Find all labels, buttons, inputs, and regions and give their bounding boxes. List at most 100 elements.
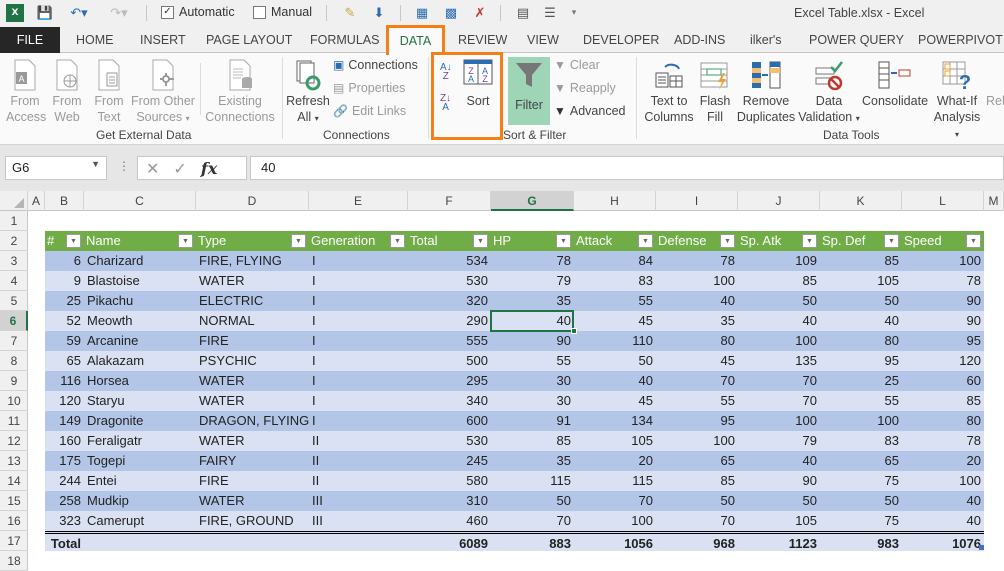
column-header-A[interactable]: A bbox=[28, 191, 45, 211]
cell[interactable]: 258 bbox=[45, 491, 84, 511]
cell[interactable]: I bbox=[309, 271, 408, 291]
cell[interactable]: 30 bbox=[491, 391, 574, 411]
advanced-filter-button[interactable]: ▼ Advanced bbox=[554, 104, 626, 118]
cell[interactable]: I bbox=[309, 311, 408, 331]
drag-handle-icon[interactable]: ⋮ bbox=[118, 159, 130, 173]
filter-dropdown-icon[interactable]: ▼ bbox=[473, 234, 488, 248]
cell[interactable]: 70 bbox=[491, 511, 574, 531]
column-title[interactable]: Speed bbox=[902, 231, 966, 251]
cell[interactable]: 115 bbox=[491, 471, 574, 491]
cell[interactable]: 35 bbox=[491, 451, 574, 471]
cell[interactable]: 65 bbox=[656, 451, 738, 471]
cell[interactable]: 84 bbox=[574, 251, 656, 271]
cell[interactable]: 95 bbox=[656, 411, 738, 431]
cell[interactable]: WATER bbox=[196, 271, 309, 291]
cell[interactable]: 245 bbox=[408, 451, 491, 471]
properties-button[interactable]: ▤ Properties bbox=[333, 81, 405, 95]
insert-function-icon[interactable]: fx bbox=[201, 159, 217, 178]
cell[interactable]: 100 bbox=[820, 411, 902, 431]
cell[interactable]: 6 bbox=[45, 251, 84, 271]
cell[interactable]: I bbox=[309, 251, 408, 271]
cell[interactable]: I bbox=[309, 351, 408, 371]
cell[interactable]: 340 bbox=[408, 391, 491, 411]
cell[interactable]: 59 bbox=[45, 331, 84, 351]
cell[interactable]: 160 bbox=[45, 431, 84, 451]
cell[interactable]: I bbox=[309, 331, 408, 351]
tab-add-ins[interactable]: ADD-INS bbox=[674, 27, 725, 53]
cell[interactable]: 149 bbox=[45, 411, 84, 431]
cell[interactable]: 110 bbox=[574, 331, 656, 351]
column-header-M[interactable]: M bbox=[984, 191, 1004, 211]
cell[interactable]: 500 bbox=[408, 351, 491, 371]
cell[interactable]: 1056 bbox=[574, 534, 656, 554]
cell[interactable]: FIRE bbox=[196, 331, 309, 351]
selected-cell-G6[interactable] bbox=[490, 310, 574, 332]
manual-checkbox[interactable]: Manual bbox=[253, 5, 312, 19]
cell[interactable]: Arcanine bbox=[84, 331, 196, 351]
row-header-8[interactable]: 8 bbox=[0, 351, 28, 371]
tab-power-query[interactable]: POWER QUERY bbox=[809, 27, 904, 53]
row-header-18[interactable]: 18 bbox=[0, 551, 28, 571]
undo-icon[interactable]: ↶▾ bbox=[66, 4, 92, 22]
cell[interactable]: 52 bbox=[45, 311, 84, 331]
cell[interactable]: 100 bbox=[656, 431, 738, 451]
row-header-2[interactable]: 2 bbox=[0, 231, 28, 251]
cell[interactable]: 100 bbox=[738, 331, 820, 351]
row-header-15[interactable]: 15 bbox=[0, 491, 28, 511]
cell[interactable]: 35 bbox=[491, 291, 574, 311]
cell[interactable]: 50 bbox=[574, 351, 656, 371]
cell[interactable]: 175 bbox=[45, 451, 84, 471]
cell[interactable]: WATER bbox=[196, 371, 309, 391]
cell[interactable]: 80 bbox=[656, 331, 738, 351]
cell[interactable]: I bbox=[309, 371, 408, 391]
edit-links-button[interactable]: 🔗 Edit Links bbox=[333, 104, 406, 118]
cell[interactable]: 1123 bbox=[738, 534, 820, 554]
filter-dropdown-icon[interactable]: ▼ bbox=[638, 234, 653, 248]
cell[interactable]: 1076 bbox=[902, 534, 984, 554]
cell[interactable]: 6089 bbox=[408, 534, 491, 554]
row-header-7[interactable]: 7 bbox=[0, 331, 28, 351]
cell[interactable]: 968 bbox=[656, 534, 738, 554]
cell[interactable]: 244 bbox=[45, 471, 84, 491]
cell[interactable]: 75 bbox=[820, 471, 902, 491]
cell[interactable]: 40 bbox=[574, 371, 656, 391]
cell[interactable]: III bbox=[309, 511, 408, 531]
redo-icon[interactable]: ↷▾ bbox=[106, 4, 132, 22]
cell[interactable]: 55 bbox=[574, 291, 656, 311]
cell[interactable]: 70 bbox=[656, 371, 738, 391]
column-title[interactable]: Type bbox=[196, 231, 291, 251]
cell[interactable]: 100 bbox=[738, 411, 820, 431]
select-all-corner[interactable] bbox=[0, 191, 28, 211]
column-title[interactable]: Total bbox=[408, 231, 473, 251]
cell[interactable]: Horsea bbox=[84, 371, 196, 391]
from-access-button[interactable]: A From Access bbox=[6, 59, 46, 125]
cell[interactable]: Feraligatr bbox=[84, 431, 196, 451]
chevron-down-icon[interactable]: ▼ bbox=[91, 159, 100, 169]
filter-dropdown-icon[interactable]: ▼ bbox=[178, 234, 193, 248]
from-text-button[interactable]: From Text bbox=[92, 59, 126, 125]
cell[interactable]: Blastoise bbox=[84, 271, 196, 291]
cell[interactable]: Alakazam bbox=[84, 351, 196, 371]
column-header-D[interactable]: D bbox=[196, 191, 309, 211]
cell[interactable]: 40 bbox=[902, 511, 984, 531]
cell[interactable]: 50 bbox=[738, 291, 820, 311]
fill-handle[interactable] bbox=[571, 328, 577, 334]
column-header-E[interactable]: E bbox=[309, 191, 408, 211]
cell[interactable]: 65 bbox=[820, 451, 902, 471]
column-title[interactable]: Sp. Def bbox=[820, 231, 884, 251]
cell[interactable]: WATER bbox=[196, 431, 309, 451]
cell[interactable]: II bbox=[309, 431, 408, 451]
filter-dropdown-icon[interactable]: ▼ bbox=[966, 234, 981, 248]
cell[interactable]: 70 bbox=[738, 371, 820, 391]
cell[interactable]: III bbox=[309, 491, 408, 511]
ungroup-icon[interactable]: ▩ bbox=[441, 4, 461, 22]
cell[interactable]: FIRE, FLYING bbox=[196, 251, 309, 271]
row-header-14[interactable]: 14 bbox=[0, 471, 28, 491]
tab-file[interactable]: FILE bbox=[0, 27, 60, 53]
column-header-F[interactable]: F bbox=[408, 191, 491, 211]
brush-icon[interactable]: ✎ bbox=[341, 4, 359, 22]
cell[interactable]: Togepi bbox=[84, 451, 196, 471]
cancel-icon[interactable]: ✕ bbox=[146, 159, 159, 178]
cell[interactable]: 83 bbox=[820, 431, 902, 451]
cell[interactable]: 134 bbox=[574, 411, 656, 431]
